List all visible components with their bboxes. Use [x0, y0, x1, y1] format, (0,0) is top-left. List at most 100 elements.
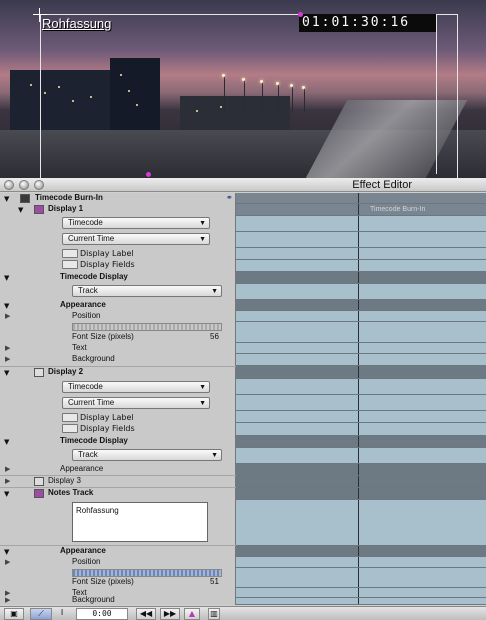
display-label-text: Display Label [80, 249, 134, 258]
display-fields-checkbox[interactable] [62, 260, 78, 269]
text-row[interactable]: ▶ Text [0, 343, 236, 354]
step-back-button[interactable]: ◀◀ [136, 608, 156, 620]
background-row[interactable]: ▶ Background [0, 595, 236, 605]
timeline-track [236, 557, 486, 568]
display-label-checkbox[interactable] [62, 249, 78, 258]
disclosure-open-icon[interactable]: ▼ [4, 369, 9, 377]
disclosure-closed-icon[interactable]: ▶ [5, 312, 10, 320]
enable-checkbox[interactable] [34, 368, 44, 377]
timeline-track [236, 260, 486, 272]
display-2-source-select[interactable]: Current Time ▼ [62, 397, 210, 409]
timeline-track [236, 411, 486, 423]
disclosure-open-icon[interactable]: ▼ [18, 206, 23, 214]
display-1-source-select[interactable]: Current Time ▼ [62, 233, 210, 245]
disclosure-open-icon[interactable]: ▼ [4, 274, 9, 282]
enable-checkbox[interactable] [34, 489, 44, 498]
timeline-track [236, 588, 486, 598]
disclosure-open-icon[interactable]: ▼ [4, 438, 9, 446]
timeline-track [236, 366, 486, 379]
position-row[interactable]: ▶ Position [0, 311, 236, 322]
timeline-track [236, 311, 486, 322]
disclosure-closed-icon[interactable]: ▶ [5, 344, 10, 352]
window-title: Effect Editor [352, 179, 412, 191]
display-2-row[interactable]: ▼ Display 2 [0, 367, 236, 379]
enable-checkbox[interactable] [34, 477, 44, 486]
chevron-down-icon: ▼ [199, 400, 206, 407]
display-2-tc-display-select[interactable]: Track ▼ [72, 449, 222, 461]
background-label: Background [72, 354, 115, 363]
font-size-row: Font Size (pixels) 56 [0, 332, 236, 343]
video-preview[interactable]: Rohfassung 01:01:30:16 [0, 0, 486, 178]
chevron-down-icon: ▼ [199, 236, 206, 243]
disclosure-closed-icon[interactable]: ▶ [5, 465, 10, 473]
display-1-tc-display-select[interactable]: Track ▼ [72, 285, 222, 297]
burn-in-timecode: 01:01:30:16 [299, 14, 436, 32]
display-label-checkbox[interactable] [62, 413, 78, 422]
disclosure-closed-icon[interactable]: ▶ [5, 477, 10, 485]
notes-text-input[interactable]: Rohfassung [72, 502, 208, 542]
timeline-track [236, 423, 486, 436]
timeline-track [236, 448, 486, 464]
timeline-track [236, 598, 486, 605]
font-size-slider[interactable] [72, 323, 222, 331]
keyframe-timeline[interactable]: Timecode Burn-In [236, 193, 486, 605]
display-1-row[interactable]: ▼ Display 1 [0, 204, 236, 216]
appearance-row[interactable]: ▶ Appearance [0, 464, 236, 475]
monitor-toggle-button[interactable]: ▣ [4, 608, 24, 620]
bottom-toolbar: ▣ ⟋ I 0:00 ◀◀ ▶▶ ▲ ▥ [0, 606, 486, 620]
notes-track-row[interactable]: ▼ Notes Track [0, 488, 236, 500]
timeline-track [236, 300, 486, 311]
timeline-track [236, 488, 486, 500]
display-fields-checkbox[interactable] [62, 424, 78, 433]
disclosure-closed-icon[interactable]: ▶ [5, 558, 10, 566]
text-label: Text [72, 343, 87, 352]
timeline-track [236, 546, 486, 557]
disclosure-closed-icon[interactable]: ▶ [5, 596, 10, 604]
burn-in-title-text: Rohfassung [42, 16, 112, 31]
font-size-row: Font Size (pixels) 51 [0, 577, 236, 588]
display-2-type-select[interactable]: Timecode ▼ [62, 381, 210, 393]
title-safe-frame [436, 14, 458, 174]
display-1-type-select[interactable]: Timecode ▼ [62, 217, 210, 229]
display-fields-text: Display Fields [80, 424, 135, 433]
timeline-track [236, 343, 486, 354]
appearance-header: Appearance [60, 300, 106, 309]
display-label-text: Display Label [80, 413, 134, 422]
timeline-track [236, 284, 486, 300]
position-label: Position [72, 557, 101, 566]
disclosure-open-icon[interactable]: ▼ [4, 195, 9, 203]
timeline-track [236, 232, 486, 248]
timeline-track [236, 193, 486, 204]
font-size-value: 51 [210, 577, 219, 586]
timeline-track [236, 272, 486, 284]
position-row[interactable]: ▶ Position [0, 557, 236, 568]
keyframe-graph-button[interactable]: ⟋ [30, 608, 52, 620]
enable-checkbox[interactable] [34, 205, 44, 214]
disclosure-open-icon[interactable]: ▼ [4, 302, 9, 310]
notes-track-label: Notes Track [48, 488, 94, 497]
add-keyframe-button[interactable]: ▲ [184, 608, 200, 620]
panel-toggle-button[interactable]: ▥ [208, 608, 220, 620]
font-size-value: 56 [210, 332, 219, 341]
disclosure-open-icon[interactable]: ▼ [4, 548, 9, 556]
timeline-track: Timecode Burn-In [236, 204, 486, 216]
font-size-slider[interactable] [72, 569, 222, 577]
window-titlebar[interactable]: Effect Editor [0, 178, 486, 192]
link-icon[interactable]: ⚭ [226, 193, 233, 202]
disclosure-closed-icon[interactable]: ▶ [5, 355, 10, 363]
timeline-track [236, 354, 486, 366]
chevron-down-icon: ▼ [199, 384, 206, 391]
background-row[interactable]: ▶ Background [0, 354, 236, 365]
tc-display-header-row[interactable]: ▼ Timecode Display [0, 272, 236, 284]
tc-display-header-row[interactable]: ▼ Timecode Display [0, 436, 236, 448]
text-cursor-button[interactable]: I [56, 608, 68, 620]
display-1-label: Display 1 [48, 204, 84, 213]
position-handle[interactable] [298, 12, 303, 17]
effect-name: Timecode Burn-In [35, 193, 103, 202]
timeline-track [236, 248, 486, 260]
position-handle[interactable] [146, 172, 151, 177]
step-forward-button[interactable]: ▶▶ [160, 608, 180, 620]
disclosure-open-icon[interactable]: ▼ [4, 490, 9, 498]
position-label: Position [72, 311, 101, 320]
timeline-track [236, 476, 486, 488]
